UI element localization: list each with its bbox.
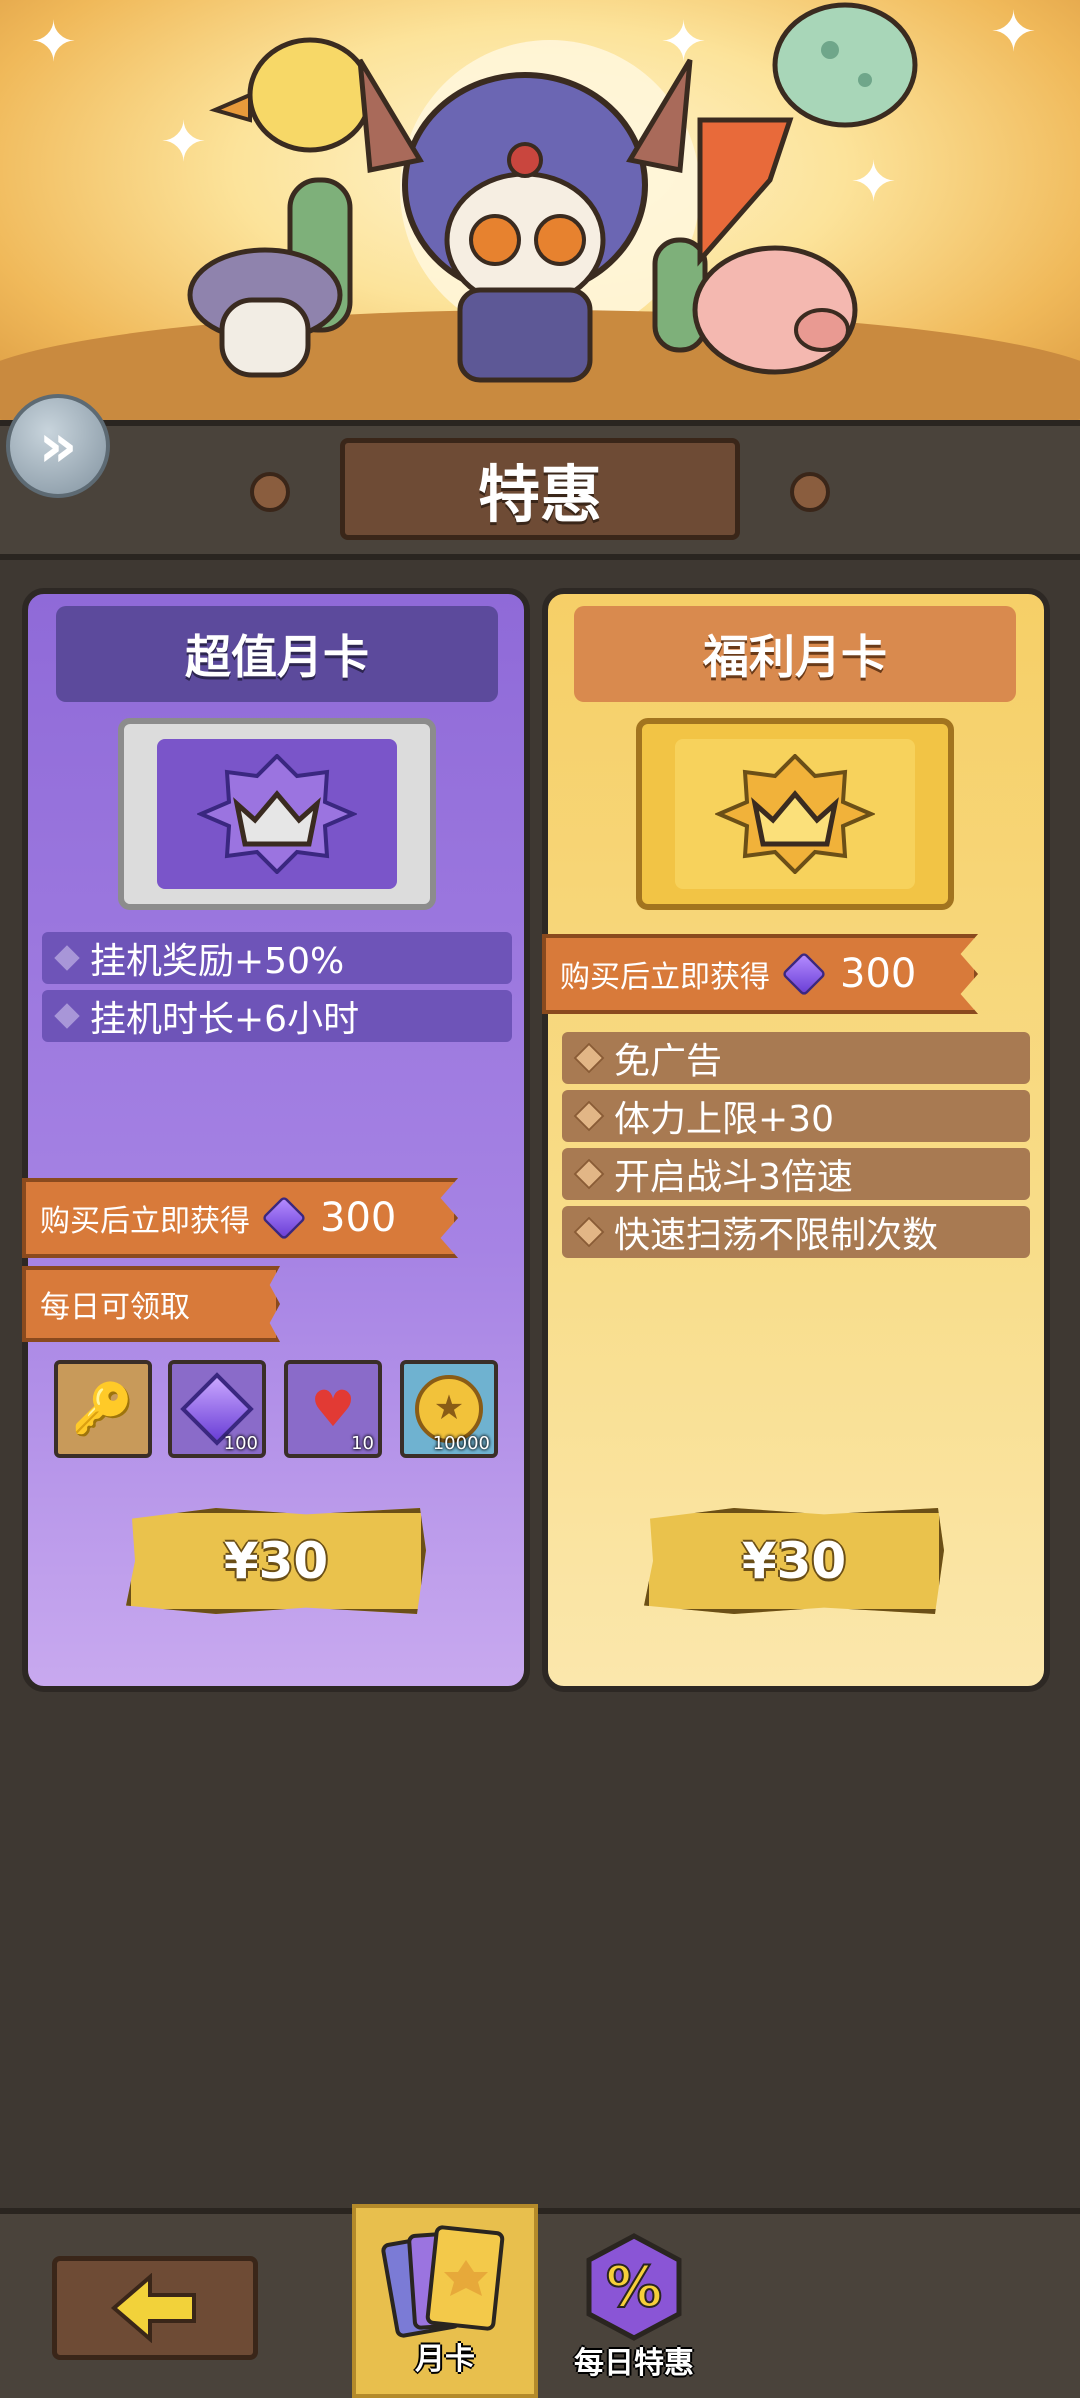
reward-qty: 10	[351, 1433, 374, 1454]
perk-text: 挂机奖励+50%	[90, 941, 345, 982]
tab-label: 每日特惠	[574, 2346, 694, 2381]
page-title: 特惠	[340, 438, 740, 540]
double-chevron-right-icon: »	[38, 411, 78, 481]
perk-text: 开启战斗3倍速	[614, 1157, 853, 1198]
super-instant-reward: 购买后立即获得 300	[22, 1178, 458, 1258]
heart-icon: ♥	[310, 1380, 356, 1438]
welfare-perk-4: 快速扫荡不限制次数	[562, 1206, 1030, 1258]
tab-daily-deals[interactable]: % 每日特惠	[552, 2218, 716, 2398]
gem-icon	[261, 1195, 307, 1241]
diamond-bullet-icon	[573, 1100, 605, 1132]
reward-qty: 100	[223, 1433, 258, 1454]
instant-reward-amount: 300	[320, 1195, 397, 1241]
perk-text: 挂机时长+6小时	[90, 999, 360, 1040]
reward-coin: ★ 10000	[400, 1360, 498, 1458]
reward-qty: 10000	[432, 1433, 490, 1454]
super-perk-2: 挂机时长+6小时	[42, 990, 512, 1042]
super-card-title: 超值月卡	[56, 606, 498, 702]
nail-decoration	[250, 472, 290, 512]
tab-monthly-card[interactable]: 月卡	[352, 2204, 538, 2398]
welfare-perk-1: 免广告	[562, 1032, 1030, 1084]
hero-banner: ✦ ✦ ✦ ✦ ✦	[0, 0, 1080, 420]
super-card-buy-button[interactable]: ¥30	[126, 1508, 426, 1614]
diamond-bullet-icon	[573, 1158, 605, 1190]
diamond-bullet-icon	[54, 945, 80, 971]
instant-reward-label: 购买后立即获得	[40, 1204, 250, 1239]
welfare-perk-2: 体力上限+30	[562, 1090, 1030, 1142]
svg-text:%: %	[606, 2255, 662, 2320]
gem-icon	[781, 951, 827, 997]
crown-icon	[197, 754, 357, 874]
welfare-card-buy-button[interactable]: ¥30	[644, 1508, 944, 1614]
perk-text: 体力上限+30	[614, 1099, 834, 1140]
back-button[interactable]	[52, 2256, 258, 2360]
tab-label: 月卡	[415, 2342, 475, 2377]
super-perk-1: 挂机奖励+50%	[42, 932, 512, 984]
daily-claim-label: 每日可领取	[22, 1266, 280, 1342]
reward-gem: 100	[168, 1360, 266, 1458]
nail-decoration	[790, 472, 830, 512]
perk-text: 快速扫荡不限制次数	[614, 1215, 939, 1256]
arrow-left-icon	[110, 2273, 196, 2343]
silver-ticket-icon	[118, 718, 436, 910]
key-icon: 🔑	[71, 1379, 135, 1438]
crown-icon	[715, 754, 875, 874]
perk-text: 免广告	[614, 1041, 723, 1082]
expand-button[interactable]: »	[6, 394, 110, 498]
instant-reward-label: 购买后立即获得	[560, 960, 770, 995]
reward-heart: ♥ 10	[284, 1360, 382, 1458]
gold-ticket-icon	[636, 718, 954, 910]
diamond-bullet-icon	[573, 1042, 605, 1074]
reward-key: 🔑	[54, 1360, 152, 1458]
welfare-perk-3: 开启战斗3倍速	[562, 1148, 1030, 1200]
instant-reward-amount: 300	[840, 951, 917, 997]
diamond-bullet-icon	[54, 1003, 80, 1029]
diamond-bullet-icon	[573, 1216, 605, 1248]
percent-icon: %	[586, 2233, 682, 2341]
card-stack-icon	[381, 2225, 505, 2338]
banner-illustration	[187, 2, 918, 383]
welfare-instant-reward: 购买后立即获得 300	[542, 934, 978, 1014]
welfare-card-title: 福利月卡	[574, 606, 1016, 702]
